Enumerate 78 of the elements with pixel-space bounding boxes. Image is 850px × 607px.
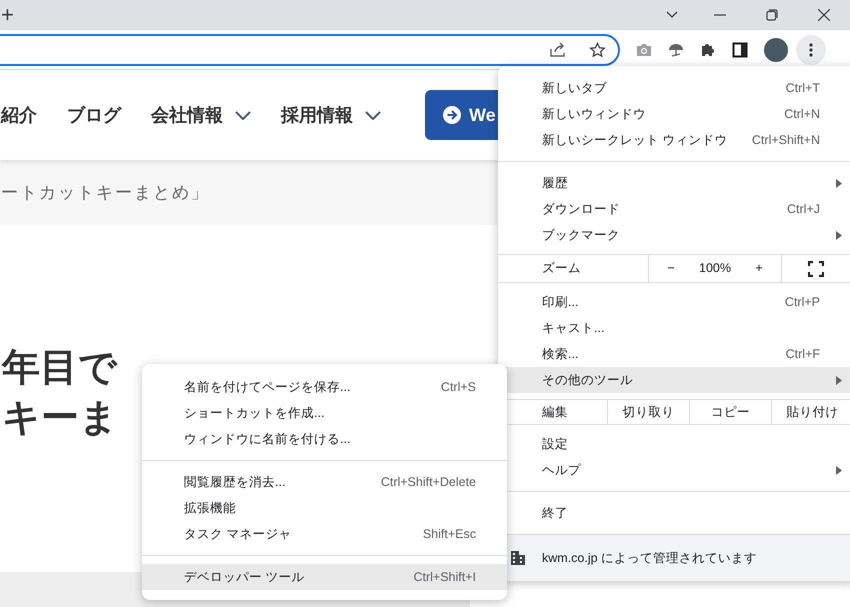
zoom-label: ズーム <box>541 260 582 278</box>
breadcrumb-text: ートカットキーまとめ」 <box>1 182 210 204</box>
menu-item-label: 終了 <box>542 504 569 522</box>
menu-item-label: 名前を付けてページを保存... <box>184 378 352 396</box>
zoom-out-button[interactable]: − <box>649 259 693 278</box>
edit-action-button[interactable]: 切り取り <box>607 400 689 424</box>
menu-item[interactable]: タスク マネージャ Shift+Esc <box>142 521 507 547</box>
menu-item-label: ウィンドウに名前を付ける... <box>184 430 352 448</box>
close-icon[interactable] <box>818 9 830 21</box>
menu-item-label: キャスト... <box>542 320 606 337</box>
nav-link[interactable]: 採用情報 <box>281 102 353 128</box>
shortcut-text: Ctrl+S <box>440 378 476 396</box>
shortcut-text: Shift+Esc <box>422 526 476 543</box>
shortcut-text: Ctrl+N <box>784 106 820 123</box>
shortcut-text: Ctrl+P <box>784 294 820 311</box>
menu-item[interactable]: ショートカットを作成... <box>142 400 507 426</box>
restore-icon[interactable] <box>766 9 778 21</box>
menu-item[interactable]: ウィンドウに名前を付ける... <box>142 426 507 452</box>
menu-item[interactable]: ブックマーク <box>498 222 850 248</box>
shortcut-text: Ctrl+Shift+N <box>752 132 820 149</box>
edit-action-button[interactable]: コピー <box>689 400 771 424</box>
menu-item-label: 印刷... <box>542 294 580 311</box>
menu-item[interactable]: 拡張機能 <box>142 495 507 521</box>
umbrella-icon[interactable] <box>668 42 684 58</box>
edit-action-button[interactable]: 貼り付け <box>771 400 850 424</box>
address-bar[interactable] <box>0 34 620 66</box>
menu-item-label: 閲覧履歴を消去... <box>184 474 286 491</box>
menu-item-label: デベロッパー ツール <box>184 568 306 586</box>
article-heading-line: 年目で <box>2 346 117 391</box>
building-icon <box>510 550 526 566</box>
shortcut-text: Ctrl+Shift+Delete <box>380 474 476 491</box>
menu-button[interactable] <box>796 34 826 64</box>
camera-icon[interactable] <box>636 42 652 56</box>
menu-item-label: その他のツール <box>542 372 634 389</box>
menu-item-label: 設定 <box>542 436 569 453</box>
nav-link[interactable]: ブログ <box>67 102 121 128</box>
menu-item[interactable]: ダウンロード Ctrl+J <box>498 196 850 222</box>
chevron-down-icon[interactable] <box>365 110 381 120</box>
share-icon[interactable] <box>549 42 567 58</box>
zoom-level: 100% <box>698 260 732 278</box>
menu-item-label: ショートカットを作成... <box>184 404 326 422</box>
profile-avatar[interactable] <box>764 38 788 62</box>
menu-item-label: 検索... <box>542 346 580 363</box>
shortcut-text: Ctrl+F <box>786 346 820 363</box>
menu-item-label: ブックマーク <box>542 226 621 244</box>
menu-item-label: 新しいタブ <box>542 80 608 97</box>
menu-item-label: タスク マネージャ <box>184 526 292 543</box>
menu-item[interactable]: 印刷... Ctrl+P <box>498 289 850 315</box>
menu-item-label: ヘルプ <box>542 462 582 479</box>
star-icon[interactable] <box>589 42 606 58</box>
chevron-down-icon[interactable] <box>235 110 251 120</box>
menu-item-label: 履歴 <box>542 174 569 192</box>
menu-item-label: 新しいシークレット ウィンドウ <box>542 132 728 149</box>
shortcut-text: Ctrl+T <box>786 80 820 97</box>
fullscreen-icon[interactable] <box>808 260 824 276</box>
arrow-circle-icon <box>443 106 461 124</box>
menu-item-label: 拡張機能 <box>184 500 237 517</box>
menu-item[interactable]: 名前を付けてページを保存... Ctrl+S <box>142 374 507 400</box>
nav-link[interactable]: 紹介 <box>1 102 37 128</box>
side-panel-icon[interactable] <box>732 42 748 58</box>
article-heading-line: キーま <box>2 396 118 441</box>
minimize-icon[interactable] <box>714 14 726 16</box>
menu-item[interactable]: キャスト... <box>498 315 850 341</box>
menu-item[interactable]: 検索... Ctrl+F <box>498 341 850 367</box>
nav-link[interactable]: 会社情報 <box>151 102 223 128</box>
menu-item-label: ダウンロード <box>542 200 621 218</box>
zoom-in-button[interactable]: + <box>737 259 781 278</box>
tab-search-icon[interactable] <box>666 11 678 19</box>
new-tab-button[interactable]: + <box>1 4 14 26</box>
shortcut-text: Ctrl+J <box>787 200 820 218</box>
more-icon <box>809 42 813 56</box>
shortcut-text: Ctrl+Shift+I <box>413 568 476 586</box>
managed-text: kwm.co.jp によって管理されています <box>542 550 758 567</box>
puzzle-icon[interactable] <box>700 42 716 58</box>
menu-item[interactable]: デベロッパー ツール Ctrl+Shift+I <box>142 564 507 590</box>
edit-label: 編集 <box>541 404 569 421</box>
menu-item[interactable]: 履歴 <box>498 170 850 196</box>
menu-item-label: 新しいウィンドウ <box>542 106 647 123</box>
